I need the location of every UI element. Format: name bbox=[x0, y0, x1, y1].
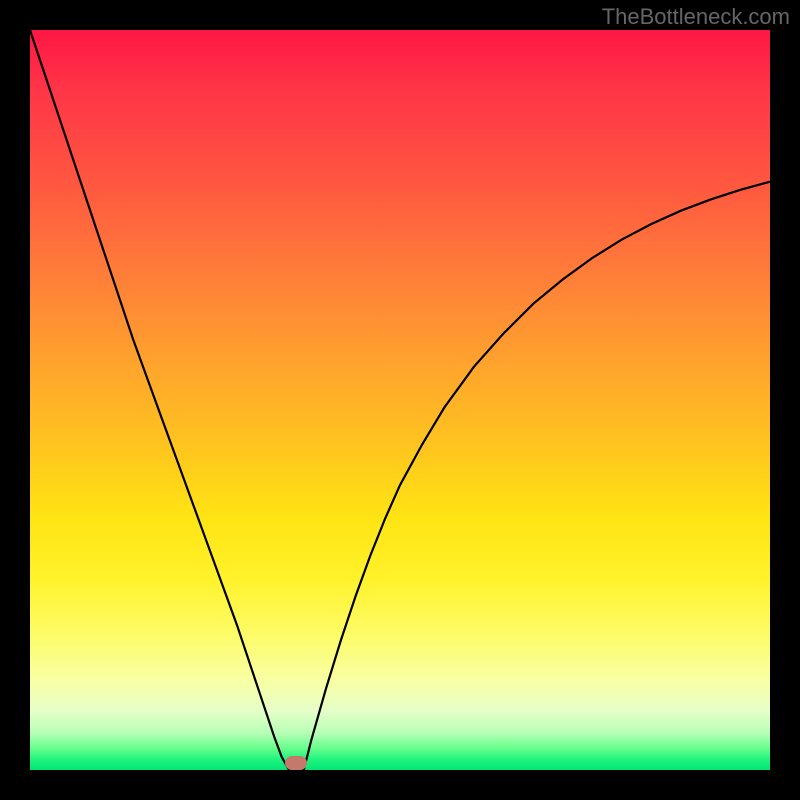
optimum-marker bbox=[285, 756, 307, 770]
watermark-text: TheBottleneck.com bbox=[602, 4, 790, 30]
bottleneck-curve bbox=[30, 30, 770, 770]
plot-gradient-area bbox=[30, 30, 770, 770]
curve-svg bbox=[30, 30, 770, 770]
chart-root: TheBottleneck.com bbox=[0, 0, 800, 800]
